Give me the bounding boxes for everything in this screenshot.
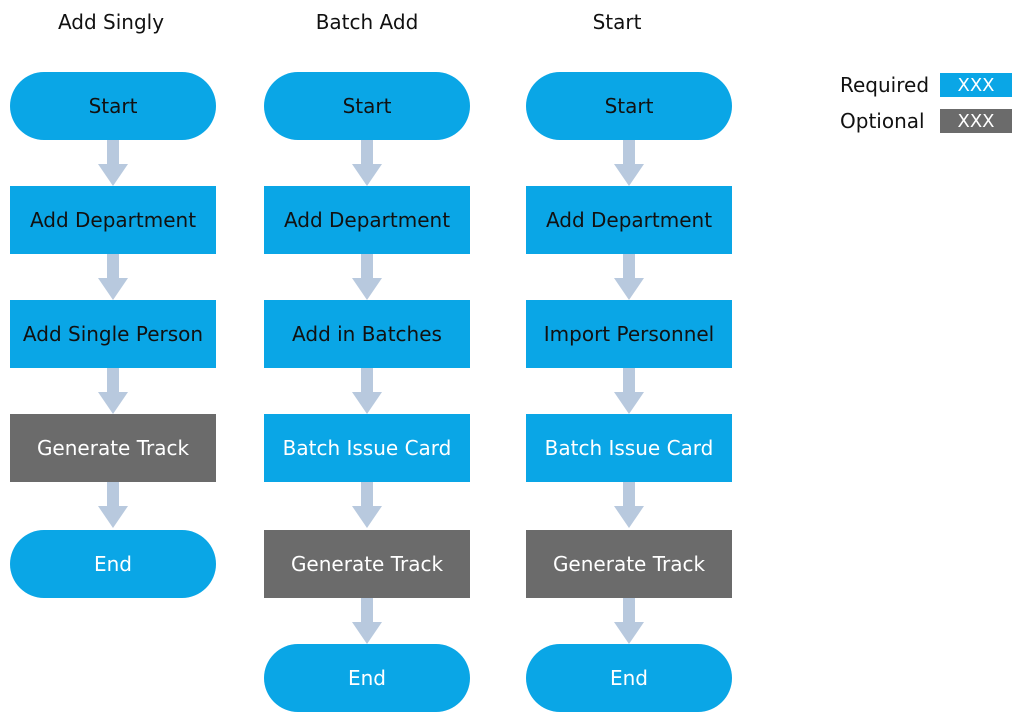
legend-row-required: Required XXX: [840, 70, 1012, 100]
down-arrow-icon: [352, 254, 382, 300]
node-label: Add Department: [29, 208, 197, 232]
down-arrow-icon: [98, 482, 128, 528]
add-single-person-node: Add Single Person: [10, 300, 216, 368]
legend-label: Required: [840, 73, 930, 97]
node-label: Generate Track: [290, 552, 444, 576]
node-label: Add Single Person: [22, 322, 204, 346]
optional-swatch: XXX: [940, 109, 1012, 133]
required-swatch: XXX: [940, 73, 1012, 97]
down-arrow-icon: [614, 140, 644, 186]
column-title-start: Start: [592, 10, 642, 34]
add-department-node: Add Department: [264, 186, 470, 254]
column-title-add-singly: Add Singly: [57, 10, 165, 34]
start-node: Start: [264, 72, 470, 140]
down-arrow-icon: [614, 482, 644, 528]
generate-track-node: Generate Track: [10, 414, 216, 482]
batch-issue-card-node: Batch Issue Card: [526, 414, 732, 482]
down-arrow-icon: [352, 598, 382, 644]
legend-label: Optional: [840, 109, 925, 133]
node-label: Import Personnel: [543, 322, 715, 346]
batch-issue-card-node: Batch Issue Card: [264, 414, 470, 482]
down-arrow-icon: [614, 254, 644, 300]
generate-track-node: Generate Track: [264, 530, 470, 598]
legend: Required XXX Optional XXX: [840, 70, 1012, 142]
down-arrow-icon: [98, 368, 128, 414]
node-label: Batch Issue Card: [544, 436, 714, 460]
node-label: Start: [342, 94, 392, 118]
down-arrow-icon: [614, 598, 644, 644]
end-node: End: [264, 644, 470, 712]
node-label: Generate Track: [36, 436, 190, 460]
start-node: Start: [526, 72, 732, 140]
generate-track-node: Generate Track: [526, 530, 732, 598]
node-label: End: [93, 552, 132, 576]
down-arrow-icon: [352, 140, 382, 186]
node-label: Start: [604, 94, 654, 118]
node-label: Generate Track: [552, 552, 706, 576]
end-node: End: [10, 530, 216, 598]
legend-row-optional: Optional XXX: [840, 106, 1012, 136]
add-in-batches-node: Add in Batches: [264, 300, 470, 368]
down-arrow-icon: [98, 140, 128, 186]
node-label: Add Department: [545, 208, 713, 232]
node-label: Start: [88, 94, 138, 118]
start-node: Start: [10, 72, 216, 140]
node-label: Batch Issue Card: [282, 436, 452, 460]
node-label: End: [347, 666, 386, 690]
column-title-batch-add: Batch Add: [315, 10, 419, 34]
down-arrow-icon: [352, 368, 382, 414]
import-personnel-node: Import Personnel: [526, 300, 732, 368]
down-arrow-icon: [352, 482, 382, 528]
end-node: End: [526, 644, 732, 712]
down-arrow-icon: [98, 254, 128, 300]
down-arrow-icon: [614, 368, 644, 414]
add-department-node: Add Department: [10, 186, 216, 254]
add-department-node: Add Department: [526, 186, 732, 254]
node-label: Add in Batches: [292, 322, 442, 346]
node-label: Add Department: [283, 208, 451, 232]
node-label: End: [609, 666, 648, 690]
